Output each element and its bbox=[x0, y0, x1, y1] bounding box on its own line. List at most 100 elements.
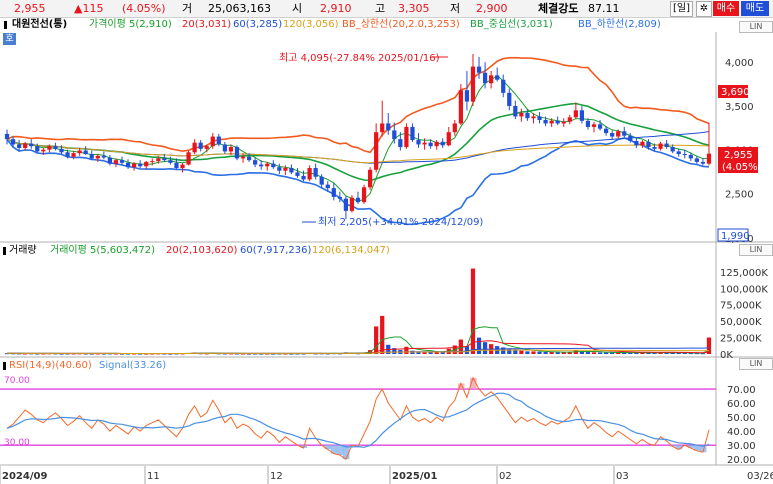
candle-body bbox=[694, 158, 699, 162]
candle-body bbox=[440, 141, 445, 146]
candle-body bbox=[107, 157, 113, 164]
rsi-upper-band-label: 70.00 bbox=[4, 376, 30, 386]
candle-body bbox=[416, 140, 421, 145]
high-annotation: 최고 4,095(-27.84% 2025/01/16) bbox=[279, 52, 440, 64]
candle-body bbox=[192, 142, 197, 153]
candle-body bbox=[616, 131, 621, 137]
time-tick-label: 2024/09 bbox=[2, 471, 47, 482]
volume-tick-label: 100,000K bbox=[720, 284, 768, 295]
volume-bar bbox=[531, 351, 536, 354]
volume-tick-label: 25,000K bbox=[720, 334, 762, 345]
bb-upper-line bbox=[6, 56, 710, 154]
axis-low-tag-label: 1,990 bbox=[721, 231, 750, 242]
volume-bar bbox=[537, 351, 542, 354]
candle-body bbox=[156, 158, 161, 162]
ma5-line bbox=[6, 74, 710, 202]
candle-body bbox=[59, 148, 64, 153]
time-tick-label: 11 bbox=[147, 471, 160, 482]
volume-bar bbox=[476, 337, 482, 354]
candle-body bbox=[53, 146, 58, 149]
candle-body bbox=[271, 163, 276, 168]
candle-body bbox=[113, 160, 119, 164]
time-tick-label: 2025/01 bbox=[392, 471, 437, 482]
candle-body bbox=[507, 92, 512, 106]
candle-body bbox=[198, 142, 203, 149]
candle-body bbox=[603, 128, 609, 134]
candle-body bbox=[150, 161, 155, 163]
rsi-lower-band-label: 30.00 bbox=[4, 438, 30, 448]
rsi-tick-label: 60.00 bbox=[727, 399, 756, 410]
candle-body bbox=[343, 198, 349, 211]
candle-body bbox=[404, 126, 409, 148]
candle-body bbox=[265, 163, 270, 167]
candle-body bbox=[168, 160, 173, 163]
candle-body bbox=[47, 146, 52, 150]
candle-body bbox=[682, 154, 687, 156]
candle-body bbox=[470, 66, 476, 102]
candle-body bbox=[204, 146, 209, 149]
candle-body bbox=[361, 187, 367, 203]
candle-body bbox=[567, 117, 572, 122]
candle-body bbox=[706, 153, 712, 164]
current-price-tag-pct: (4.05%) bbox=[722, 162, 762, 173]
candle-body bbox=[543, 119, 548, 124]
candle-body bbox=[386, 123, 391, 131]
candle-body bbox=[410, 126, 415, 141]
volume-bar bbox=[543, 352, 548, 354]
candle-body bbox=[95, 155, 100, 159]
candle-body bbox=[446, 132, 451, 146]
volume-bar bbox=[603, 352, 609, 354]
candle-body bbox=[670, 147, 675, 152]
ma120-line bbox=[6, 138, 710, 164]
candle-body bbox=[234, 147, 240, 159]
volume-bar bbox=[597, 352, 603, 354]
candle-body bbox=[458, 90, 463, 124]
candle-body bbox=[531, 116, 536, 119]
candle-body bbox=[688, 154, 693, 159]
volume-tick-label: 125,000K bbox=[720, 268, 768, 279]
rsi-oversold-fill bbox=[336, 445, 344, 455]
candle-body bbox=[71, 153, 76, 157]
candle-body bbox=[537, 116, 542, 120]
volume-bar bbox=[585, 352, 591, 354]
rsi-tick-label: 30.00 bbox=[727, 441, 756, 452]
rsi-signal-line bbox=[6, 392, 710, 448]
candle-body bbox=[392, 130, 397, 140]
axis-high-tag-label: 3,690 bbox=[721, 87, 750, 98]
candle-body bbox=[374, 132, 379, 170]
candle-body bbox=[501, 79, 506, 93]
volume-bar bbox=[380, 315, 385, 354]
candle-body bbox=[482, 72, 488, 84]
candle-body bbox=[228, 147, 234, 152]
volume-bar bbox=[482, 342, 488, 354]
volume-tick-label: 75,000K bbox=[720, 301, 762, 312]
time-tick-label: 12 bbox=[270, 471, 283, 482]
candle-body bbox=[489, 75, 494, 84]
candle-body bbox=[162, 158, 167, 161]
candle-body bbox=[138, 163, 143, 167]
candle-body bbox=[17, 144, 22, 148]
volume-bar bbox=[706, 337, 712, 354]
candle-body bbox=[23, 143, 28, 148]
stock-chart[interactable]: 4,0003,5003,0002,5001,990125,000K100,000… bbox=[0, 0, 773, 484]
candle-body bbox=[658, 143, 663, 149]
candle-body bbox=[331, 188, 336, 197]
candle-body bbox=[144, 161, 149, 167]
candle-body bbox=[591, 124, 597, 127]
volume-bar bbox=[464, 346, 470, 354]
candle-body bbox=[4, 133, 10, 140]
candle-body bbox=[622, 131, 627, 136]
candle-body bbox=[579, 110, 585, 121]
volume-tick-label: 50,000K bbox=[720, 317, 762, 328]
candle-body bbox=[210, 136, 215, 147]
candle-body bbox=[131, 163, 137, 168]
candle-body bbox=[10, 139, 16, 145]
candle-body bbox=[216, 136, 221, 145]
candle-body bbox=[289, 168, 294, 173]
candle-body bbox=[186, 152, 191, 165]
candle-body bbox=[610, 133, 615, 137]
volume-bar bbox=[561, 352, 566, 354]
volume-bar bbox=[519, 350, 524, 354]
candle-body bbox=[464, 90, 470, 102]
candle-body bbox=[325, 184, 330, 189]
